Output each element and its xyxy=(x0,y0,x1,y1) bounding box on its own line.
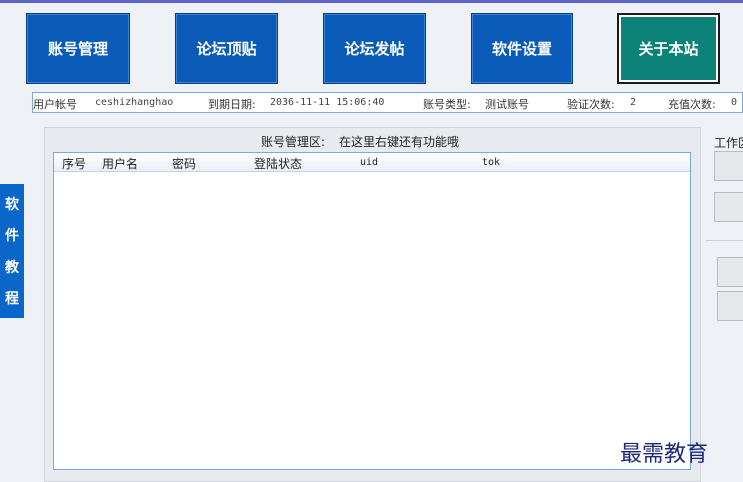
forum-post-button[interactable]: 论坛发帖 xyxy=(323,13,426,84)
tutorial-char-2: 件 xyxy=(5,228,19,245)
tutorial-char-4: 程 xyxy=(5,291,19,308)
account-management-panel: 账号管理区: 在这里右键还有功能哦 序号 用户名 密码 登陆状态 uid tok xyxy=(44,127,701,482)
column-header-tok[interactable]: tok xyxy=(482,157,500,168)
top-accent-bar xyxy=(0,0,743,3)
software-settings-button[interactable]: 软件设置 xyxy=(471,13,573,84)
panel-title: 账号管理区: 在这里右键还有功能哦 xyxy=(261,133,459,150)
software-tutorial-tab[interactable]: 软 件 教 程 xyxy=(0,184,24,318)
account-list-header: 序号 用户名 密码 登陆状态 uid tok xyxy=(54,153,690,172)
expiry-date-label: 到期日期: xyxy=(208,98,256,111)
verify-count-label: 验证次数: xyxy=(567,98,615,111)
work-area-divider xyxy=(706,240,743,241)
work-area-label: 工作区 xyxy=(714,136,743,150)
user-account-value: ceshizhanghao xyxy=(95,97,174,108)
expiry-date-value: 2036-11-11 15:06:40 xyxy=(270,97,385,108)
account-type-label: 账号类型: xyxy=(423,98,471,111)
about-site-label: 关于本站 xyxy=(638,40,699,58)
account-type-value: 测试账号 xyxy=(485,98,529,111)
work-area-button-2[interactable] xyxy=(714,192,743,222)
account-management-button[interactable]: 账号管理 xyxy=(26,13,130,84)
work-area-panel: 工作区 xyxy=(706,127,743,482)
forum-bump-button[interactable]: 论坛顶贴 xyxy=(175,13,278,84)
column-header-password[interactable]: 密码 xyxy=(172,155,196,172)
panel-hint-text: 在这里右键还有功能哦 xyxy=(339,135,460,149)
tutorial-char-3: 教 xyxy=(5,259,19,276)
account-management-label: 账号管理 xyxy=(47,40,108,58)
account-info-bar: 用户帐号 ceshizhanghao 到期日期: 2036-11-11 15:0… xyxy=(32,92,743,113)
work-area-button-3[interactable] xyxy=(717,257,743,287)
work-area-button-4[interactable] xyxy=(717,291,743,321)
user-account-label: 用户帐号 xyxy=(33,98,77,111)
column-header-uid[interactable]: uid xyxy=(360,157,378,168)
software-settings-label: 软件设置 xyxy=(491,40,552,58)
column-header-index[interactable]: 序号 xyxy=(62,155,86,172)
about-site-button[interactable]: 关于本站 xyxy=(617,13,720,84)
verify-count-value: 2 xyxy=(630,97,637,108)
forum-bump-label: 论坛顶贴 xyxy=(196,40,257,58)
tutorial-char-1: 软 xyxy=(5,196,19,213)
recharge-count-label: 充值次数: xyxy=(668,98,716,111)
work-area-button-1[interactable] xyxy=(714,151,743,181)
column-header-login-status[interactable]: 登陆状态 xyxy=(254,155,302,172)
forum-post-label: 论坛发帖 xyxy=(344,40,405,58)
account-list[interactable]: 序号 用户名 密码 登陆状态 uid tok xyxy=(53,152,691,470)
watermark-text: 最需教育 xyxy=(620,442,709,467)
column-header-username[interactable]: 用户名 xyxy=(102,155,138,172)
panel-title-text: 账号管理区: xyxy=(261,135,326,149)
recharge-count-value: 0 xyxy=(731,97,738,108)
